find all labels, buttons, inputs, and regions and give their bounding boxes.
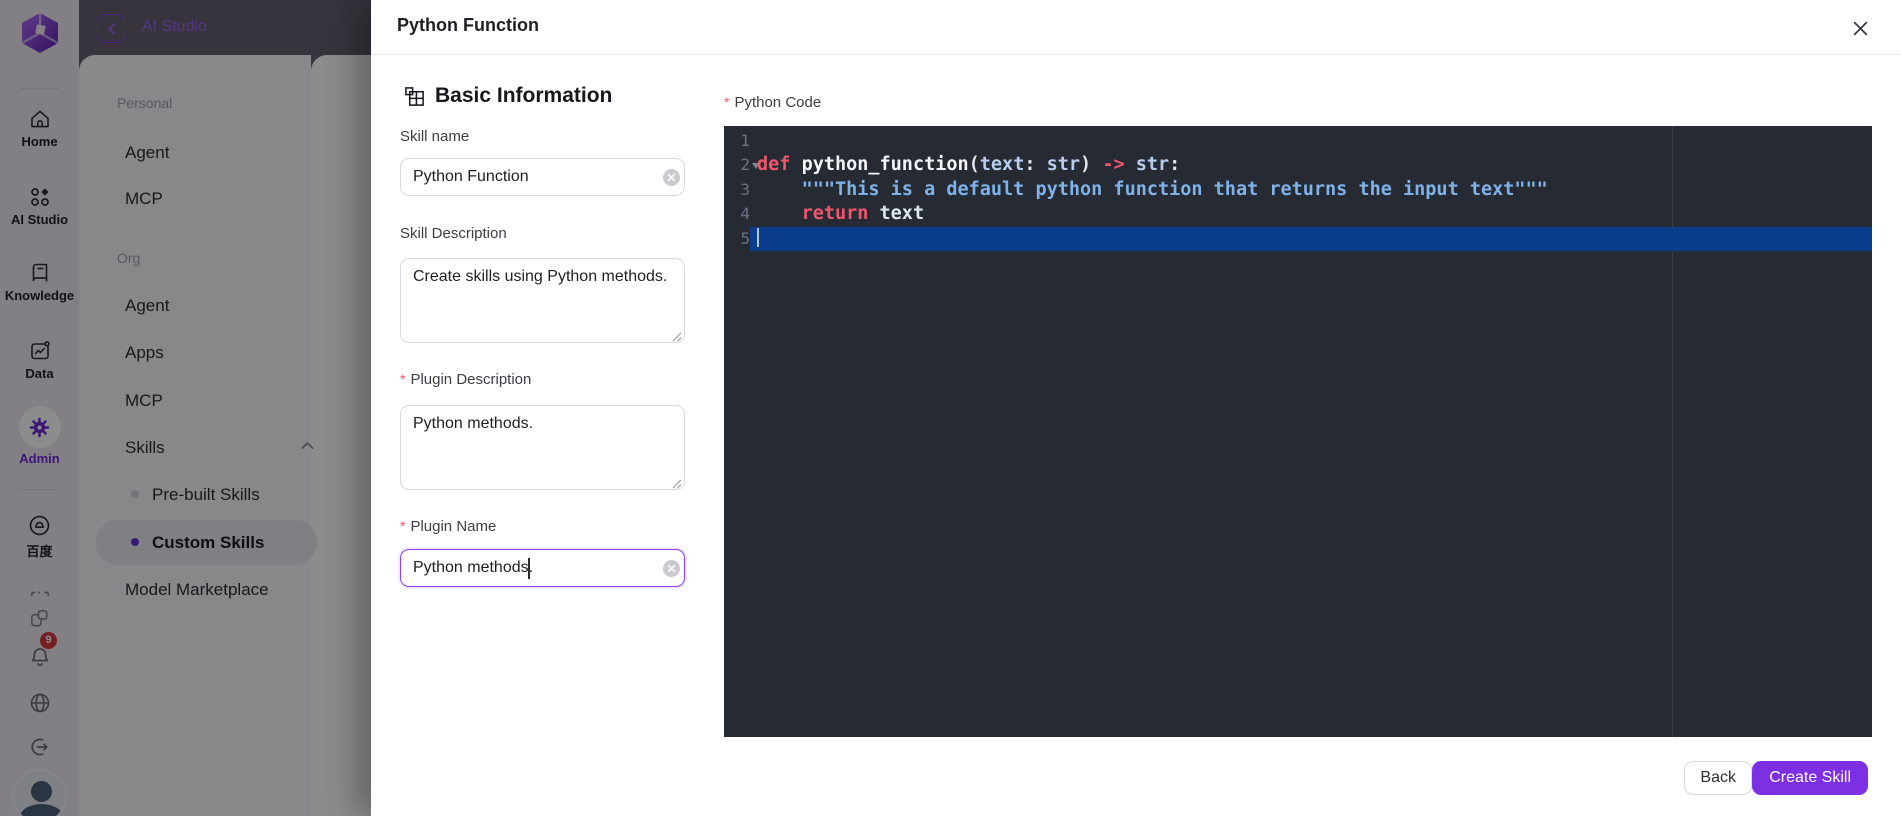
python-code-label: * Python Code: [724, 94, 822, 111]
close-icon: [1853, 21, 1867, 35]
line-number: 5: [740, 228, 750, 248]
clear-circle-icon[interactable]: [663, 169, 680, 186]
plugin-description-label: * Plugin Description: [400, 371, 532, 388]
required-asterisk: *: [400, 371, 406, 387]
code-line[interactable]: 1: [724, 129, 1872, 153]
line-number: 3: [740, 179, 750, 199]
line-number: 4: [740, 204, 750, 224]
grid-table-icon: [405, 86, 424, 106]
plugin-name-label: * Plugin Name: [400, 518, 497, 535]
code-line[interactable]: 3 """This is a default python function t…: [724, 178, 1872, 202]
code-line-content: [750, 227, 759, 251]
clear-circle-icon[interactable]: [663, 560, 680, 577]
skill-name-input[interactable]: [400, 158, 685, 196]
python-code-editor[interactable]: 1 2 def python_function(text: str) -> str:…: [724, 126, 1872, 737]
required-asterisk: *: [400, 518, 406, 534]
plugin-name-input[interactable]: [400, 549, 685, 587]
app-root: Home AI Studio Knowledge Data Admin 百度 9…: [0, 0, 1901, 816]
skill-drawer: Python Function Basic Information Skill …: [371, 0, 1901, 816]
skill-description-textarea[interactable]: Create skills using Python methods.: [400, 258, 685, 343]
code-line[interactable]: 4 return text: [724, 202, 1872, 226]
code-line[interactable]: 5: [724, 226, 1872, 252]
plugin-description-textarea[interactable]: Python methods.: [400, 405, 685, 490]
skill-description-label: Skill Description: [400, 225, 507, 242]
code-line[interactable]: 2 def python_function(text: str) -> str:: [724, 153, 1872, 177]
text-cursor: [528, 558, 530, 579]
code-line-content: return text: [801, 203, 925, 225]
drawer-header: Python Function: [371, 0, 1901, 55]
basic-information-heading: Basic Information: [404, 84, 612, 108]
code-cursor: [757, 227, 759, 247]
drawer-title: Python Function: [397, 15, 539, 35]
back-button[interactable]: Back: [1684, 761, 1752, 795]
code-lines: 1 2 def python_function(text: str) -> str:…: [724, 129, 1872, 252]
create-skill-button[interactable]: Create Skill: [1752, 761, 1868, 795]
skill-name-label: Skill name: [400, 128, 470, 145]
close-button[interactable]: [1847, 15, 1873, 41]
code-line-content: def python_function(text: str) -> str:: [757, 154, 1181, 176]
line-number: 1: [740, 131, 750, 150]
section-title: Basic Information: [435, 84, 613, 107]
code-line-content: """This is a default python function tha…: [801, 178, 1548, 200]
modal-overlay-mask[interactable]: [0, 0, 371, 816]
code-line-content: [750, 129, 757, 153]
required-asterisk: *: [724, 94, 730, 110]
line-number: 2: [740, 155, 750, 175]
